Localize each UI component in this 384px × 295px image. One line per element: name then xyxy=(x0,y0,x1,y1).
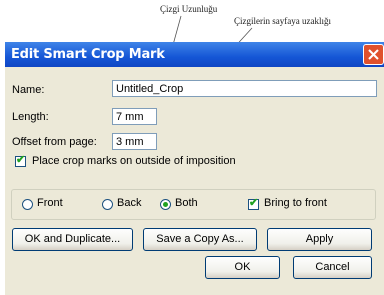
dialog-title: Edit Smart Crop Mark xyxy=(11,47,165,62)
close-icon xyxy=(368,49,379,60)
ok-and-duplicate-button[interactable]: OK and Duplicate... xyxy=(12,228,133,251)
place-outside-checkbox[interactable]: ✔ xyxy=(15,154,26,167)
apply-button[interactable]: Apply xyxy=(267,228,372,251)
name-input[interactable] xyxy=(112,80,377,97)
close-button[interactable] xyxy=(363,44,384,65)
ok-button[interactable]: OK xyxy=(205,256,280,279)
length-input[interactable] xyxy=(112,108,157,125)
radio-back[interactable] xyxy=(102,199,113,210)
radio-front-label[interactable]: Front xyxy=(37,197,63,209)
edit-smart-crop-mark-dialog: Edit Smart Crop Mark Name: Length: Offse… xyxy=(5,42,384,295)
radio-both[interactable] xyxy=(160,199,171,210)
place-outside-label[interactable]: Place crop marks on outside of impositio… xyxy=(32,155,236,167)
bring-to-front-label[interactable]: Bring to front xyxy=(264,197,327,209)
save-copy-as-button[interactable]: Save a Copy As... xyxy=(143,228,257,251)
radio-selected-dot xyxy=(163,202,168,207)
offset-input[interactable] xyxy=(112,133,157,150)
length-label: Length: xyxy=(12,111,49,123)
bring-to-front-checkbox[interactable]: ✔ xyxy=(248,197,259,210)
offset-label: Offset from page: xyxy=(12,136,97,148)
cancel-button[interactable]: Cancel xyxy=(293,256,372,279)
checkmark-icon: ✔ xyxy=(249,197,259,209)
title-bar[interactable]: Edit Smart Crop Mark xyxy=(5,42,384,67)
radio-front[interactable] xyxy=(22,199,33,210)
name-label: Name: xyxy=(12,84,45,96)
checkmark-icon: ✔ xyxy=(16,154,26,166)
layer-options-group: Front Back Both ✔ Bring to front xyxy=(11,189,376,220)
radio-both-label[interactable]: Both xyxy=(175,197,198,209)
radio-back-label[interactable]: Back xyxy=(117,197,141,209)
